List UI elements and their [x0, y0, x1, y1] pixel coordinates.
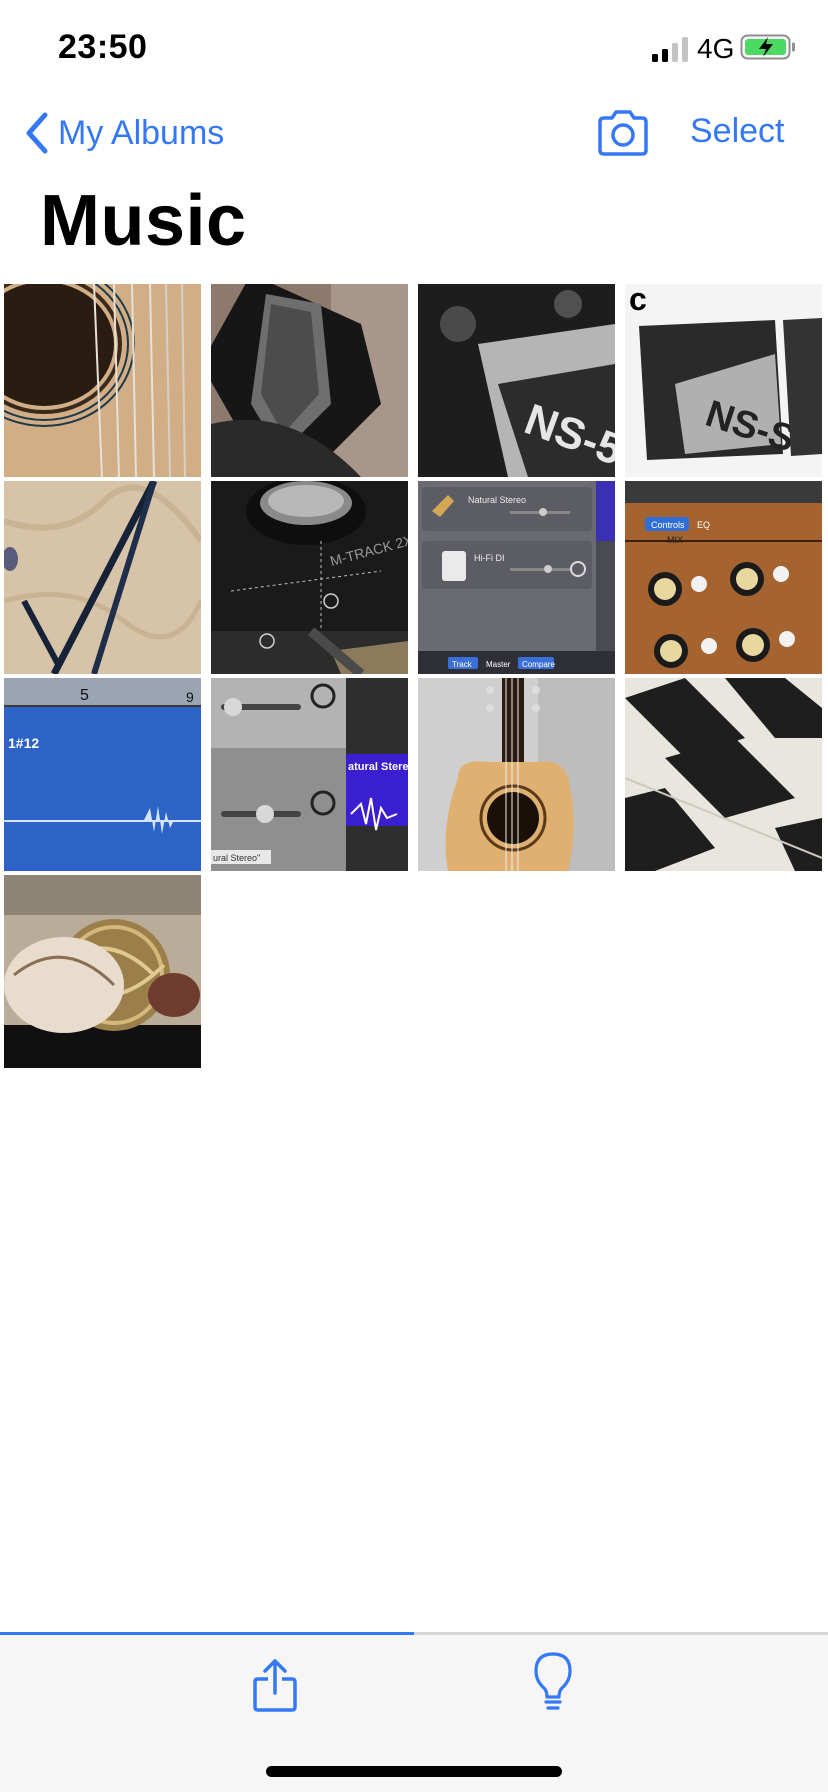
- photo-thumbnail[interactable]: Controls EQ MIX: [625, 481, 822, 674]
- status-time: 23:50: [58, 28, 148, 66]
- svg-text:atural Stereo: atural Stereo: [348, 761, 408, 773]
- svg-text:5: 5: [80, 687, 89, 704]
- photo-thumbnail[interactable]: [4, 284, 201, 477]
- bottom-toolbar: [0, 1635, 828, 1792]
- select-button[interactable]: Select: [690, 112, 785, 151]
- back-button-label: My Albums: [58, 113, 225, 152]
- svg-text:9: 9: [186, 689, 194, 705]
- chevron-left-icon: [26, 112, 48, 154]
- svg-text:Natural Stereo: Natural Stereo: [468, 495, 526, 505]
- photo-thumbnail[interactable]: [211, 284, 408, 477]
- photo-thumbnail[interactable]: [625, 678, 822, 871]
- photo-thumbnail[interactable]: atural Stereo ural Stereo": [211, 678, 408, 871]
- lightbulb-icon[interactable]: [532, 1651, 574, 1713]
- svg-text:Compare: Compare: [522, 660, 555, 669]
- photo-thumbnail[interactable]: [418, 678, 615, 871]
- photo-thumbnail[interactable]: [4, 875, 201, 1068]
- photo-thumbnail[interactable]: Natural Stereo Hi-Fi DI Track Master Com…: [418, 481, 615, 674]
- album-title: Music: [40, 181, 247, 261]
- network-type: 4G: [697, 33, 735, 64]
- share-icon[interactable]: [252, 1657, 298, 1713]
- photos-album-screen: 23:50 4G My Albums Select Music NS-5 c N…: [0, 0, 828, 1792]
- camera-icon[interactable]: [596, 108, 650, 158]
- home-indicator: [266, 1766, 562, 1777]
- svg-text:ural Stereo": ural Stereo": [213, 853, 260, 863]
- photo-thumbnail[interactable]: [4, 481, 201, 674]
- photo-thumbnail[interactable]: c NS-S: [625, 284, 822, 477]
- svg-text:c: c: [629, 284, 647, 317]
- svg-text:Track: Track: [452, 660, 473, 669]
- back-button[interactable]: My Albums: [24, 108, 224, 158]
- svg-text:EQ: EQ: [697, 520, 710, 530]
- navigation-bar: My Albums Select: [0, 100, 828, 166]
- photo-thumbnail[interactable]: NS-5: [418, 284, 615, 477]
- svg-text:Hi-Fi DI: Hi-Fi DI: [474, 553, 505, 563]
- battery-charging-icon: [740, 34, 795, 60]
- status-bar: 23:50 4G: [0, 0, 828, 100]
- svg-text:Controls: Controls: [651, 520, 685, 530]
- photo-thumbnail[interactable]: M-TRACK 2X2M: [211, 481, 408, 674]
- svg-text:1#12: 1#12: [8, 735, 39, 751]
- svg-text:MIX: MIX: [667, 535, 683, 545]
- svg-text:Master: Master: [486, 660, 511, 669]
- photo-thumbnail[interactable]: 5 9 1#12: [4, 678, 201, 871]
- cellular-signal-icon: [652, 37, 688, 62]
